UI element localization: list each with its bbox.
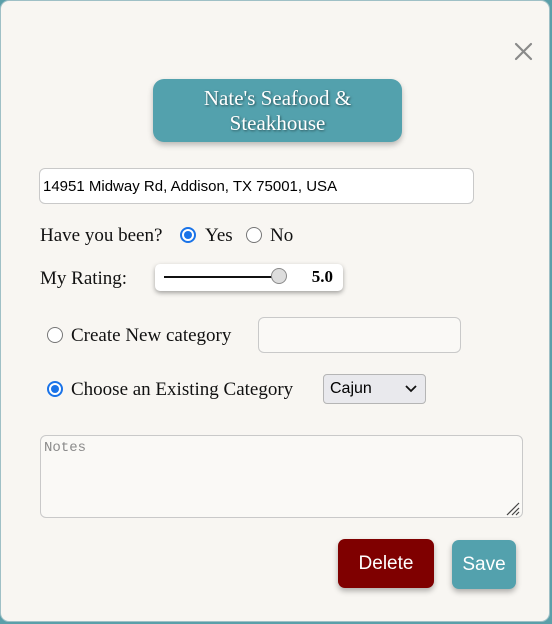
visited-no-radio[interactable] bbox=[246, 227, 262, 243]
create-category-radio[interactable] bbox=[47, 327, 63, 343]
close-icon[interactable] bbox=[512, 37, 536, 65]
existing-category-label[interactable]: Choose an Existing Category bbox=[71, 379, 293, 401]
category-select[interactable]: Cajun bbox=[323, 374, 426, 404]
chevron-down-icon bbox=[405, 385, 417, 393]
rating-label: My Rating: bbox=[40, 268, 128, 289]
visited-no-label[interactable]: No bbox=[270, 225, 293, 247]
category-select-value: Cajun bbox=[330, 380, 372, 397]
new-category-input[interactable] bbox=[258, 317, 461, 353]
rating-slider-thumb[interactable] bbox=[271, 268, 287, 284]
restaurant-dialog: Nate's Seafood & Steakhouse Have you bee… bbox=[0, 0, 550, 622]
notes-textarea[interactable] bbox=[40, 435, 523, 518]
rating-value: 5.0 bbox=[311, 267, 333, 286]
rating-control: 5.0 bbox=[155, 264, 343, 291]
visited-label: Have you been? bbox=[40, 225, 163, 246]
restaurant-title: Nate's Seafood & Steakhouse bbox=[153, 79, 402, 142]
rating-slider-track[interactable] bbox=[164, 276, 281, 278]
visited-yes-label[interactable]: Yes bbox=[205, 225, 233, 247]
visited-yes-radio[interactable] bbox=[180, 227, 196, 243]
delete-button[interactable]: Delete bbox=[338, 539, 434, 588]
address-input[interactable] bbox=[39, 168, 474, 204]
restaurant-title-text: Nate's Seafood & Steakhouse bbox=[203, 85, 352, 135]
save-button[interactable]: Save bbox=[452, 540, 516, 589]
existing-category-radio[interactable] bbox=[47, 381, 63, 397]
create-category-label[interactable]: Create New category bbox=[71, 325, 231, 347]
